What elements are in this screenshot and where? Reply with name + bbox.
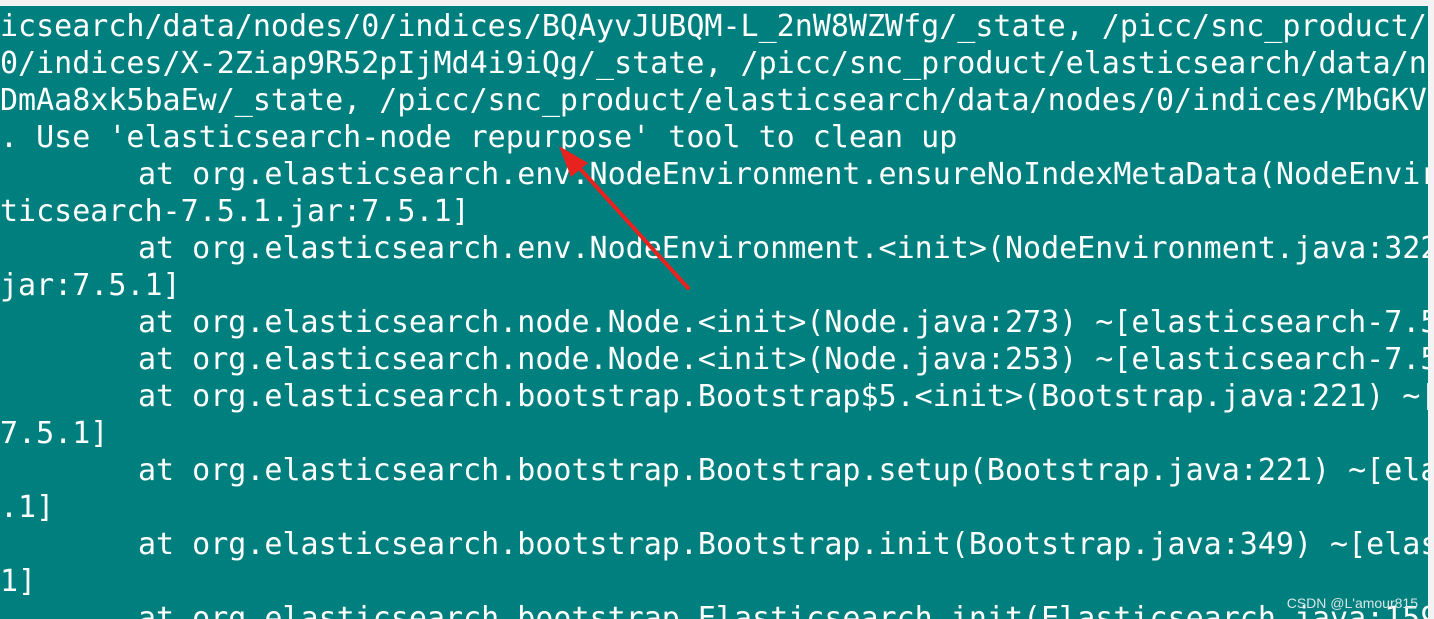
terminal-line-7: at org.elasticsearch.env.NodeEnvironment…	[138, 231, 1434, 266]
scrollbar-track[interactable]	[1428, 0, 1434, 619]
terminal-output[interactable]: icsearch/data/nodes/0/indices/BQAyvJUBQM…	[0, 8, 1434, 619]
terminal-line-1: icsearch/data/nodes/0/indices/BQAyvJUBQM…	[0, 9, 1434, 44]
window-top-border	[0, 0, 1434, 6]
watermark-text: CSDN @L'amour815	[1286, 595, 1418, 611]
terminal-line-2: 0/indices/X-2Ziap9R52pIjMd4i9iQg/_state,…	[0, 46, 1434, 81]
terminal-line-9: at org.elasticsearch.node.Node.<init>(No…	[138, 305, 1434, 340]
terminal-line-8: jar:7.5.1]	[0, 268, 181, 303]
terminal-line-16: 1]	[0, 564, 37, 599]
terminal-line-14: .1]	[0, 490, 55, 525]
terminal-line-12: 7.5.1]	[0, 416, 109, 451]
terminal-line-11: at org.elasticsearch.bootstrap.Bootstrap…	[138, 379, 1434, 414]
terminal-line-5: at org.elasticsearch.env.NodeEnvironment…	[138, 157, 1434, 192]
terminal-line-15: at org.elasticsearch.bootstrap.Bootstrap…	[138, 527, 1434, 562]
terminal-line-13: at org.elasticsearch.bootstrap.Bootstrap…	[138, 453, 1434, 488]
terminal-line-4: . Use 'elasticsearch-node repurpose' too…	[0, 120, 958, 155]
terminal-line-3: DmAa8xk5baEw/_state, /picc/snc_product/e…	[0, 83, 1434, 118]
terminal-line-17: at org.elasticsearch.bootstrap.Elasticse…	[138, 601, 1434, 619]
terminal-line-6: ticsearch-7.5.1.jar:7.5.1]	[0, 194, 470, 229]
terminal-line-10: at org.elasticsearch.node.Node.<init>(No…	[138, 342, 1434, 377]
terminal-window: icsearch/data/nodes/0/indices/BQAyvJUBQM…	[0, 0, 1434, 619]
